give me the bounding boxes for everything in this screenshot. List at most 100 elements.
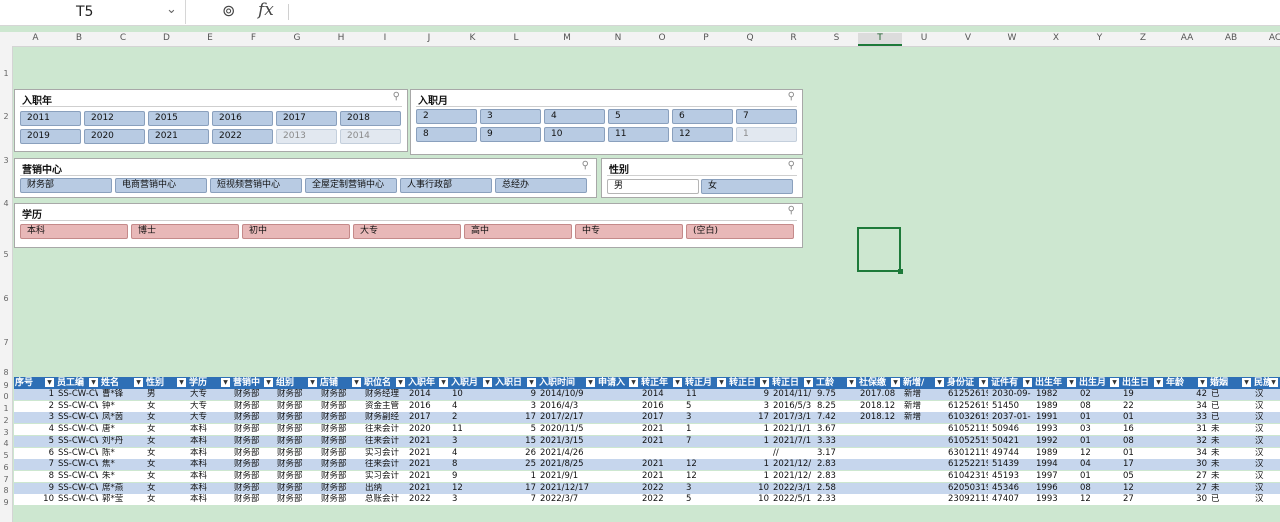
column-header-cell[interactable]: 性别 ▼ <box>146 377 187 389</box>
column-header-cell[interactable]: 入职日 ▼ <box>495 377 537 389</box>
column-header-cell[interactable]: 民族 ▼ <box>1254 377 1279 389</box>
table-cell[interactable]: 61052519 <box>948 436 988 447</box>
slicer-item[interactable]: 2020 <box>84 129 145 144</box>
table-cell[interactable] <box>599 471 638 482</box>
column-header-cell[interactable]: 职位名 ▼ <box>364 377 406 389</box>
table-cell[interactable]: 1991 <box>1036 412 1076 423</box>
slicer-item[interactable]: 3 <box>480 109 541 124</box>
table-cell[interactable] <box>904 494 944 505</box>
table-row[interactable]: 1SS-CW-CW曹*锋男大专财务部财务部财务部财务经理20141092014/… <box>14 389 1280 400</box>
table-cell[interactable]: 大专 <box>190 389 230 400</box>
table-cell[interactable]: 01 <box>1080 436 1119 447</box>
table-cell[interactable]: 财务经理 <box>365 389 405 400</box>
table-cell[interactable]: 2021/3/15 <box>540 436 595 447</box>
slicer-item[interactable]: 2014 <box>340 129 401 144</box>
column-header-cell[interactable]: 入职时间 ▼ <box>539 377 596 389</box>
column-header-cell[interactable]: 学历 ▼ <box>189 377 231 389</box>
table-cell[interactable]: 61252619 <box>948 401 988 412</box>
table-cell[interactable] <box>860 471 900 482</box>
table-cell[interactable]: 财务部 <box>321 483 361 494</box>
filter-dropdown-icon[interactable]: ▼ <box>760 378 769 387</box>
table-cell[interactable]: 2016 <box>409 401 448 412</box>
column-header-C[interactable]: C <box>101 33 145 43</box>
table-cell[interactable]: 12 <box>1123 483 1163 494</box>
table-cell[interactable]: 2020 <box>409 424 448 435</box>
table-cell[interactable]: 3 <box>686 483 726 494</box>
column-header-cell[interactable]: 证件有 ▼ <box>991 377 1033 389</box>
table-cell[interactable]: 12 <box>1080 494 1119 505</box>
table-cell[interactable]: SS-CW-CW <box>58 448 98 459</box>
table-cell[interactable]: 女 <box>147 471 186 482</box>
table-cell[interactable]: 2 <box>16 401 54 412</box>
column-header-D[interactable]: D <box>145 33 188 43</box>
chevron-down-icon[interactable]: ⌄ <box>166 2 177 17</box>
table-cell[interactable]: 30 <box>1167 459 1207 470</box>
table-cell[interactable]: 9.75 <box>817 389 856 400</box>
table-cell[interactable]: SS-CW-CW <box>58 401 98 412</box>
table-cell[interactable]: 财务部 <box>321 471 361 482</box>
table-cell[interactable]: 27 <box>1167 471 1207 482</box>
clear-filter-icon[interactable]: ⚲ <box>788 205 795 216</box>
table-cell[interactable]: 2021 <box>642 436 682 447</box>
table-cell[interactable]: 7 <box>496 494 536 505</box>
table-cell[interactable]: 2017 <box>642 412 682 423</box>
table-cell[interactable] <box>904 483 944 494</box>
table-cell[interactable]: 45346 <box>992 483 1032 494</box>
table-cell[interactable]: 49744 <box>992 448 1032 459</box>
slicer-item[interactable]: 2015 <box>148 111 209 126</box>
slicer-item[interactable]: 总经办 <box>495 178 587 193</box>
table-cell[interactable]: 2021/8/25 <box>540 459 595 470</box>
row-header[interactable]: 8 <box>0 486 12 495</box>
column-header-O[interactable]: O <box>640 33 684 43</box>
table-cell[interactable]: 2017 <box>409 412 448 423</box>
table-cell[interactable] <box>599 424 638 435</box>
table-cell[interactable] <box>686 448 726 459</box>
table-cell[interactable]: 2017.08 <box>860 389 900 400</box>
table-cell[interactable]: 01 <box>1080 412 1119 423</box>
table-cell[interactable]: 61032619 <box>948 412 988 423</box>
column-header-R[interactable]: R <box>772 33 815 43</box>
table-cell[interactable]: 42 <box>1167 389 1207 400</box>
table-cell[interactable]: 已 <box>1211 389 1251 400</box>
table-cell[interactable]: 33 <box>1167 412 1207 423</box>
table-cell[interactable]: 2021 <box>409 471 448 482</box>
table-cell[interactable]: 3 <box>496 401 536 412</box>
table-cell[interactable]: 陈* <box>102 448 143 459</box>
table-cell[interactable]: 2 <box>452 412 492 423</box>
table-cell[interactable]: 2021/12/ <box>773 459 813 470</box>
column-header-cell[interactable]: 出生日 ▼ <box>1122 377 1164 389</box>
column-header-V[interactable]: V <box>946 33 990 43</box>
table-cell[interactable]: 23092119 <box>948 494 988 505</box>
table-cell[interactable]: 1 <box>16 389 54 400</box>
slicer-item[interactable]: 电商营销中心 <box>115 178 207 193</box>
filter-dropdown-icon[interactable]: ▼ <box>89 378 98 387</box>
table-cell[interactable]: 财务部 <box>321 401 361 412</box>
column-header-cell[interactable]: 出生月 ▼ <box>1079 377 1120 389</box>
table-cell[interactable]: 1993 <box>1036 494 1076 505</box>
table-cell[interactable]: 新增 <box>904 412 944 423</box>
table-cell[interactable]: 实习会计 <box>365 448 405 459</box>
table-cell[interactable]: 5 <box>686 494 726 505</box>
table-cell[interactable]: 2021/1/1 <box>773 424 813 435</box>
slicer-item[interactable]: 人事行政部 <box>400 178 492 193</box>
table-cell[interactable]: 4 <box>16 424 54 435</box>
column-header-cell[interactable]: 姓名 ▼ <box>101 377 144 389</box>
slicer-item[interactable]: 12 <box>672 127 733 142</box>
table-cell[interactable]: 凤*茵 <box>102 412 143 423</box>
table-row[interactable]: 2SS-CW-CW钟*女大专财务部财务部财务部资金主管2016432016/4/… <box>14 400 1280 412</box>
column-header-H[interactable]: H <box>319 33 363 43</box>
table-cell[interactable]: 汉 <box>1255 494 1278 505</box>
row-header[interactable]: 6 <box>0 463 12 472</box>
table-cell[interactable]: 11 <box>452 424 492 435</box>
slicer-item[interactable]: 财务部 <box>20 178 112 193</box>
table-cell[interactable]: 财务部 <box>321 494 361 505</box>
row-header[interactable]: 4 <box>0 199 12 208</box>
table-cell[interactable]: 本科 <box>190 494 230 505</box>
table-cell[interactable]: 财务部 <box>321 424 361 435</box>
table-cell[interactable] <box>860 424 900 435</box>
table-cell[interactable]: 2018.12 <box>860 412 900 423</box>
table-cell[interactable]: 31 <box>1167 424 1207 435</box>
table-cell[interactable]: 1 <box>496 471 536 482</box>
table-cell[interactable]: 5 <box>16 436 54 447</box>
column-header-F[interactable]: F <box>232 33 275 43</box>
